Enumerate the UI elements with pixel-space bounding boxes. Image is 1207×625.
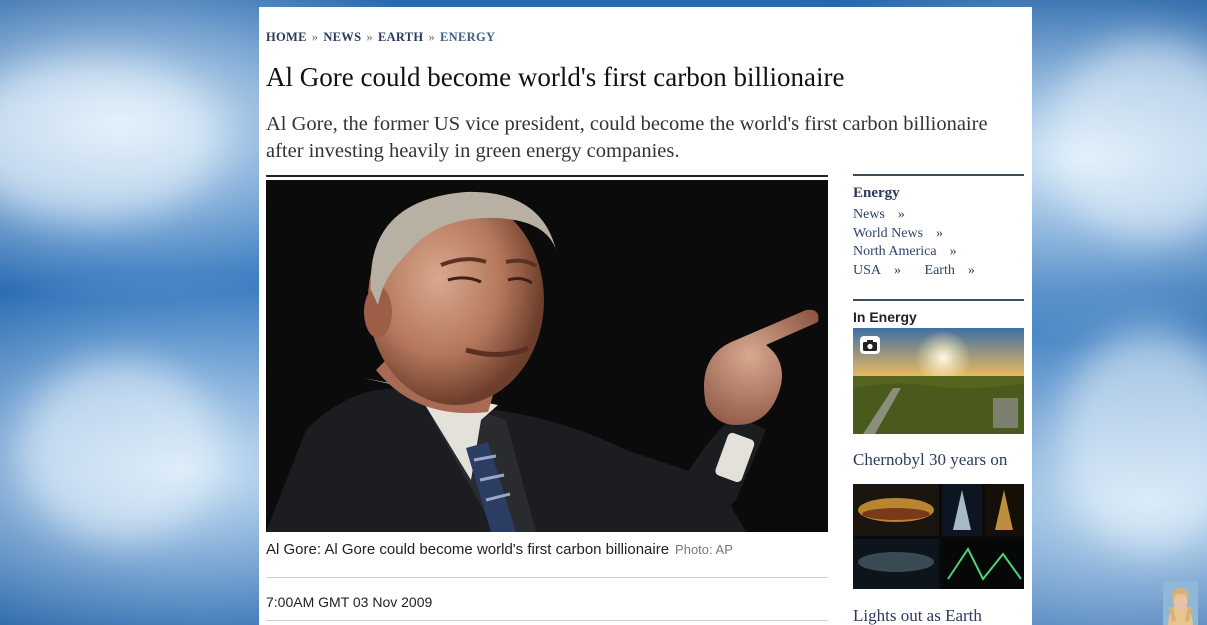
sidebar-divider xyxy=(853,174,1024,176)
breadcrumb: HOME » NEWS » EARTH » ENERGY xyxy=(266,30,495,45)
story-thumbnail[interactable] xyxy=(853,328,1024,434)
link-arrow: » xyxy=(967,262,975,278)
story-title[interactable]: Lights out as Earth xyxy=(853,606,982,625)
article-dateline: 7:00AM GMT 03 Nov 2009 xyxy=(266,594,433,610)
breadcrumb-separator: » xyxy=(428,30,436,44)
article-page: HOME » NEWS » EARTH » ENERGY Al Gore could bec… xyxy=(259,7,1032,625)
article-standfirst: Al Gore, the former US vice president, c… xyxy=(266,113,988,162)
link-arrow: » xyxy=(894,262,902,278)
breadcrumb-home[interactable]: HOME xyxy=(266,30,307,44)
background-cloud xyxy=(1050,40,1207,240)
link-arrow: » xyxy=(949,244,957,259)
background-cloud xyxy=(20,360,220,540)
link-label[interactable]: News xyxy=(853,207,885,222)
breadcrumb-earth[interactable]: EARTH xyxy=(378,30,424,44)
link-arrow: » xyxy=(897,207,905,222)
camera-icon xyxy=(860,336,880,354)
breadcrumb-news[interactable]: NEWS xyxy=(323,30,361,44)
story-title[interactable]: Chernobyl 30 years on xyxy=(853,450,1007,470)
sidebar-links: News » World News » North America » USA » Ea… xyxy=(853,206,1024,280)
caption-text: Al Gore: Al Gore could become world's fi… xyxy=(266,541,670,558)
link-label[interactable]: North America xyxy=(853,244,937,259)
photo-credit: Photo: AP xyxy=(675,542,733,557)
link-label[interactable]: World News xyxy=(853,226,923,241)
divider xyxy=(266,175,828,177)
sidebar-link-earth[interactable]: Earth » xyxy=(925,263,985,278)
sidebar-section-heading: In Energy xyxy=(853,309,917,325)
link-label[interactable]: Earth xyxy=(925,263,955,278)
sidebar: Energy News » World News » North America » … xyxy=(853,174,1024,625)
link-arrow: » xyxy=(936,225,944,241)
article-photo[interactable] xyxy=(266,180,828,532)
breadcrumb-energy[interactable]: ENERGY xyxy=(440,30,495,44)
photo-caption: Al Gore: Al Gore could become world's fi… xyxy=(266,541,733,558)
breadcrumb-separator: » xyxy=(311,30,319,44)
sidebar-link-north-america[interactable]: North America » xyxy=(853,244,967,259)
sidebar-link-news[interactable]: News » xyxy=(853,207,915,222)
sidebar-divider xyxy=(853,299,1024,301)
background-cloud xyxy=(0,60,220,220)
sidebar-link-world-news[interactable]: World News » xyxy=(853,226,953,241)
article-headline: Al Gore could become world's first carbo… xyxy=(266,62,845,92)
background-cloud xyxy=(1060,330,1207,550)
presenter-avatar xyxy=(1163,581,1198,625)
divider xyxy=(266,577,828,578)
story-thumbnail[interactable] xyxy=(853,484,1024,589)
divider xyxy=(266,620,828,621)
link-label[interactable]: USA xyxy=(853,263,881,278)
sidebar-title[interactable]: Energy xyxy=(853,185,1024,202)
breadcrumb-separator: » xyxy=(366,30,373,44)
sidebar-link-usa[interactable]: USA » xyxy=(853,263,911,278)
